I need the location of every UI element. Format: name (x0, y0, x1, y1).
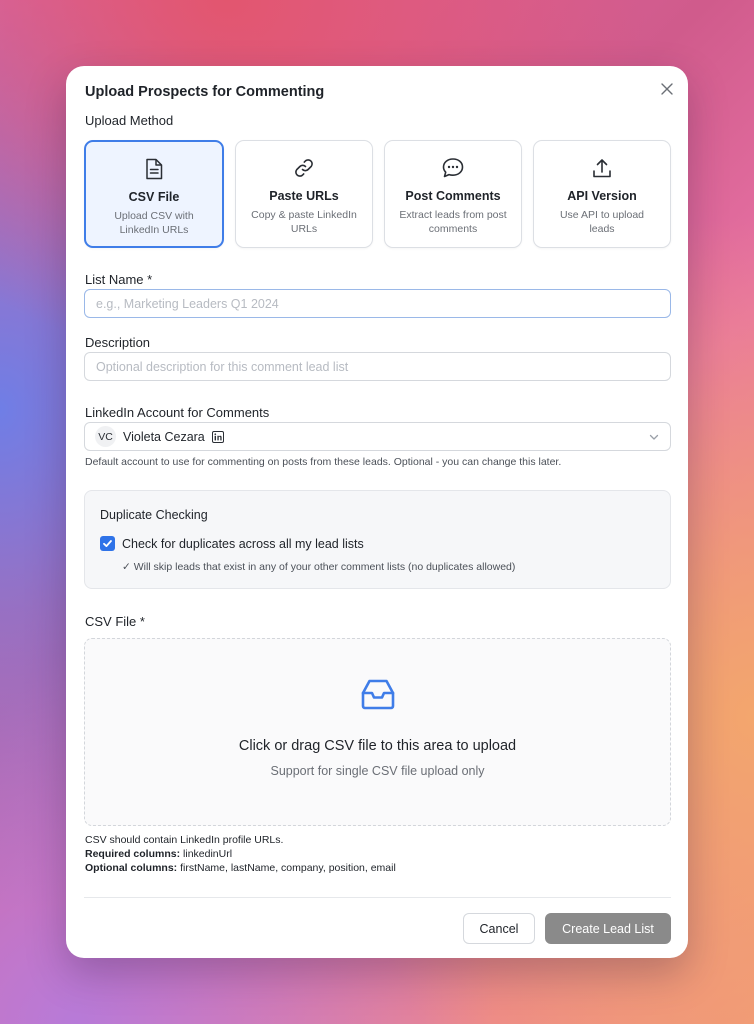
method-option-api[interactable]: API Version Use API to upload leads (533, 140, 671, 248)
description-input[interactable] (84, 352, 671, 381)
method-option-post-comments[interactable]: Post Comments Extract leads from post co… (384, 140, 522, 248)
csv-dropzone[interactable]: Click or drag CSV file to this area to u… (84, 638, 671, 826)
chevron-down-icon (649, 434, 659, 440)
list-name-input[interactable] (84, 289, 671, 318)
linkedin-icon (211, 430, 224, 443)
create-lead-list-button[interactable]: Create Lead List (545, 913, 671, 944)
close-button[interactable] (657, 79, 677, 99)
duplicate-checking-title: Duplicate Checking (100, 508, 208, 522)
dropzone-title: Click or drag CSV file to this area to u… (238, 738, 517, 754)
inbox-icon (361, 679, 395, 710)
linkedin-account-label: LinkedIn Account for Comments (85, 405, 270, 420)
method-option-csv[interactable]: CSV File Upload CSV with LinkedIn URLs (84, 140, 224, 248)
optional-columns-value: firstName, lastName, company, position, … (180, 862, 396, 874)
method-title: CSV File (128, 190, 180, 204)
link-icon (295, 159, 313, 177)
method-description: Copy & paste LinkedIn URLs (251, 209, 357, 235)
upload-icon (593, 159, 611, 178)
checkmark-icon (103, 540, 112, 547)
close-icon (661, 83, 673, 95)
upload-prospects-dialog: Upload Prospects for Commenting Upload M… (66, 66, 688, 958)
description-label: Description (85, 335, 151, 350)
required-columns-value: linkedinUrl (183, 848, 233, 860)
method-description: Use API to upload leads (559, 209, 645, 235)
required-columns-label: Required columns: (85, 848, 181, 860)
method-title: API Version (567, 189, 637, 203)
linkedin-account-hint: Default account to use for commenting on… (85, 456, 562, 468)
cancel-button[interactable]: Cancel (463, 913, 535, 944)
method-option-paste-urls[interactable]: Paste URLs Copy & paste LinkedIn URLs (235, 140, 373, 248)
chat-bubbles-icon (442, 158, 464, 178)
duplicate-check-label[interactable]: Check for duplicates across all my lead … (122, 537, 364, 551)
csv-file-label: CSV File * (85, 614, 145, 629)
upload-method-label: Upload Method (85, 113, 174, 128)
csv-help-line: CSV should contain LinkedIn profile URLs… (85, 834, 284, 846)
file-text-icon (146, 158, 163, 180)
dialog-title: Upload Prospects for Commenting (85, 84, 325, 100)
dropzone-subtitle: Support for single CSV file upload only (270, 764, 485, 778)
method-title: Post Comments (405, 189, 501, 203)
csv-optional-columns: Optional columns: firstName, lastName, c… (85, 861, 396, 875)
duplicate-check-note: ✓ Will skip leads that exist in any of y… (122, 561, 516, 573)
optional-columns-label: Optional columns: (85, 862, 178, 874)
method-title: Paste URLs (269, 189, 339, 203)
method-description: Upload CSV with LinkedIn URLs (114, 210, 194, 236)
csv-help-text: CSV should contain LinkedIn profile URLs… (85, 833, 396, 875)
selected-account-name: Violeta Cezara (123, 429, 205, 444)
csv-required-columns: Required columns: linkedinUrl (85, 847, 396, 861)
method-description: Extract leads from post comments (399, 209, 507, 235)
linkedin-account-select[interactable]: VC Violeta Cezara (84, 422, 671, 451)
duplicate-check-checkbox[interactable] (100, 536, 115, 551)
upload-method-options: CSV File Upload CSV with LinkedIn URLs P… (84, 140, 671, 248)
list-name-label: List Name * (85, 272, 153, 287)
footer-divider (84, 897, 671, 898)
avatar: VC (95, 426, 116, 447)
duplicate-checking-panel: Duplicate Checking Check for duplicates … (84, 490, 671, 589)
